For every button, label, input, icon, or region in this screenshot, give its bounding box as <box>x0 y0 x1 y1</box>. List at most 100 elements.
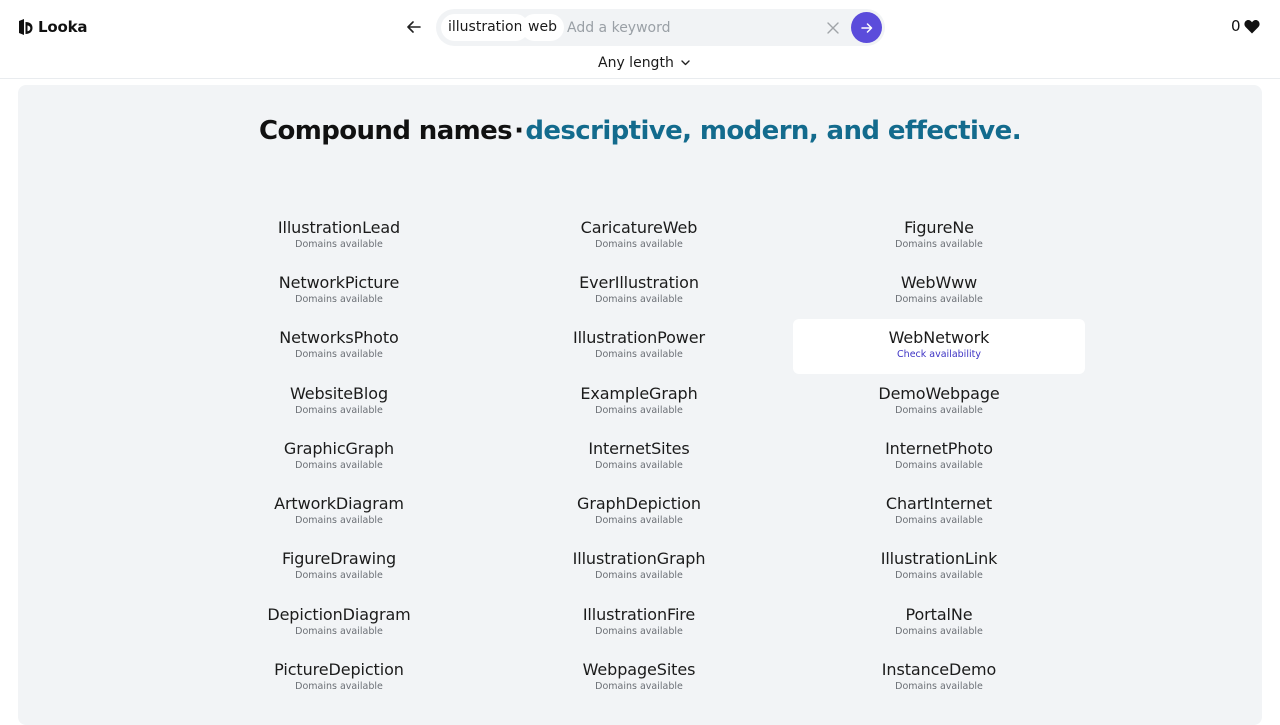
domain-status: Domains available <box>595 459 683 471</box>
name-suggestion-card[interactable]: ExampleGraph Domains available <box>493 374 785 429</box>
name-suggestion-card[interactable]: IllustrationFire Domains available <box>493 595 785 650</box>
name-suggestion-card[interactable]: CaricatureWeb Domains available <box>493 208 785 263</box>
suggested-name: WebsiteBlog <box>289 383 389 403</box>
results-panel: Compound names·descriptive, modern, and … <box>18 85 1262 725</box>
name-suggestion-card[interactable]: PortalNe Domains available <box>793 595 1085 650</box>
name-suggestion-card[interactable]: IllustrationLead Domains available <box>193 208 485 263</box>
top-bar: Looka illustration web 0 Any length <box>0 0 1280 79</box>
favorites-count: 0 <box>1231 17 1241 35</box>
brand-logo[interactable]: Looka <box>18 17 87 37</box>
name-suggestion-card[interactable]: WebNetwork Check availability <box>793 318 1085 374</box>
suggested-name: DemoWebpage <box>878 383 1000 403</box>
keyword-search-bar: illustration web <box>436 9 885 46</box>
domain-status: Domains available <box>295 515 383 527</box>
suggested-name: WebNetwork <box>888 328 990 348</box>
domain-status: Domains available <box>595 404 683 416</box>
suggested-name: CaricatureWeb <box>580 217 698 237</box>
heart-icon <box>1243 19 1260 33</box>
name-suggestion-card[interactable]: WebsiteBlog Domains available <box>193 374 485 429</box>
domain-status: Domains available <box>295 625 383 637</box>
domain-status: Domains available <box>895 515 983 527</box>
headline-description: descriptive, modern, and effective. <box>525 116 1021 146</box>
suggested-name: PortalNe <box>905 604 973 624</box>
domain-status: Domains available <box>295 293 383 305</box>
suggested-name: NetworksPhoto <box>279 328 399 348</box>
suggested-name: ArtworkDiagram <box>274 494 404 514</box>
suggested-name: DepictionDiagram <box>267 604 411 624</box>
name-suggestion-card[interactable]: DemoWebpage Domains available <box>793 374 1085 429</box>
name-suggestion-card[interactable]: ArtworkDiagram Domains available <box>193 484 485 539</box>
domain-status: Domains available <box>595 238 683 250</box>
domain-status: Domains available <box>295 238 383 250</box>
name-suggestion-card[interactable]: DepictionDiagram Domains available <box>193 595 485 650</box>
name-suggestion-card[interactable]: NetworksPhoto Domains available <box>193 319 485 374</box>
arrow-right-icon <box>860 22 872 33</box>
looka-logo-icon <box>19 19 33 35</box>
domain-status: Domains available <box>595 515 683 527</box>
brand-name: Looka <box>38 18 88 36</box>
length-filter-label: Any length <box>598 55 674 71</box>
suggested-name: EverIllustration <box>579 272 699 292</box>
keyword-input[interactable] <box>567 14 817 41</box>
suggested-name: IllustrationGraph <box>572 549 706 569</box>
suggested-name: WebWww <box>900 272 978 292</box>
domain-status: Domains available <box>295 459 383 471</box>
name-suggestion-card[interactable]: IllustrationGraph Domains available <box>493 540 785 595</box>
suggested-name: IllustrationLead <box>277 217 401 237</box>
domain-status: Domains available <box>595 570 683 582</box>
domain-status: Domains available <box>895 570 983 582</box>
name-suggestion-card[interactable]: GraphicGraph Domains available <box>193 429 485 484</box>
name-suggestion-card[interactable]: ChartInternet Domains available <box>793 484 1085 539</box>
length-filter-dropdown[interactable]: Any length <box>598 53 690 73</box>
domain-status: Domains available <box>895 293 983 305</box>
name-suggestion-card[interactable]: FigureNe Domains available <box>793 208 1085 263</box>
name-suggestion-card[interactable]: GraphDepiction Domains available <box>493 484 785 539</box>
keyword-chip-illustration[interactable]: illustration <box>441 14 530 41</box>
name-suggestion-card[interactable]: WebWww Domains available <box>793 263 1085 318</box>
domain-status: Domains available <box>595 625 683 637</box>
name-suggestion-card[interactable]: InternetSites Domains available <box>493 429 785 484</box>
domain-status: Domains available <box>595 681 683 693</box>
suggested-name: IllustrationFire <box>582 604 696 624</box>
suggested-name: IllustrationLink <box>880 549 998 569</box>
name-suggestion-card[interactable]: EverIllustration Domains available <box>493 263 785 318</box>
domain-status: Domains available <box>895 404 983 416</box>
suggested-name: IllustrationPower <box>572 328 706 348</box>
favorites-button[interactable]: 0 <box>1231 16 1260 36</box>
name-suggestion-card[interactable]: IllustrationPower Domains available <box>493 319 785 374</box>
name-suggestion-card[interactable]: IllustrationLink Domains available <box>793 540 1085 595</box>
name-suggestion-card[interactable]: PictureDepiction Domains available <box>193 650 485 705</box>
name-suggestion-card[interactable]: NetworkPicture Domains available <box>193 263 485 318</box>
back-button[interactable] <box>401 14 427 40</box>
domain-status: Domains available <box>295 404 383 416</box>
suggested-name: InternetSites <box>588 438 690 458</box>
chevron-down-icon <box>681 60 690 66</box>
search-submit-button[interactable] <box>851 12 882 43</box>
suggested-name: PictureDepiction <box>274 660 404 680</box>
keyword-chip-web[interactable]: web <box>521 14 564 41</box>
name-suggestion-card[interactable]: InternetPhoto Domains available <box>793 429 1085 484</box>
name-suggestion-card[interactable]: FigureDrawing Domains available <box>193 540 485 595</box>
suggested-name: InternetPhoto <box>885 438 993 458</box>
domain-status: Domains available <box>595 293 683 305</box>
domain-status: Domains available <box>895 238 983 250</box>
results-headline: Compound names·descriptive, modern, and … <box>18 115 1262 148</box>
domain-status: Domains available <box>895 625 983 637</box>
name-suggestion-card[interactable]: WebpageSites Domains available <box>493 650 785 705</box>
suggested-name: FigureNe <box>904 217 974 237</box>
domain-status: Domains available <box>895 459 983 471</box>
suggested-name: GraphDepiction <box>577 494 701 514</box>
suggested-name: ExampleGraph <box>580 383 698 403</box>
domain-status: Domains available <box>295 681 383 693</box>
suggested-name: ChartInternet <box>885 494 993 514</box>
headline-category: Compound names <box>259 116 513 146</box>
suggested-name: GraphicGraph <box>283 438 395 458</box>
domain-status: Domains available <box>295 349 383 361</box>
headline-separator: · <box>514 116 524 146</box>
suggested-name: FigureDrawing <box>281 549 397 569</box>
name-suggestion-card[interactable]: InstanceDemo Domains available <box>793 650 1085 705</box>
domain-status: Domains available <box>295 570 383 582</box>
clear-icon[interactable] <box>826 21 840 35</box>
domain-status[interactable]: Check availability <box>897 348 981 362</box>
domain-status: Domains available <box>595 349 683 361</box>
